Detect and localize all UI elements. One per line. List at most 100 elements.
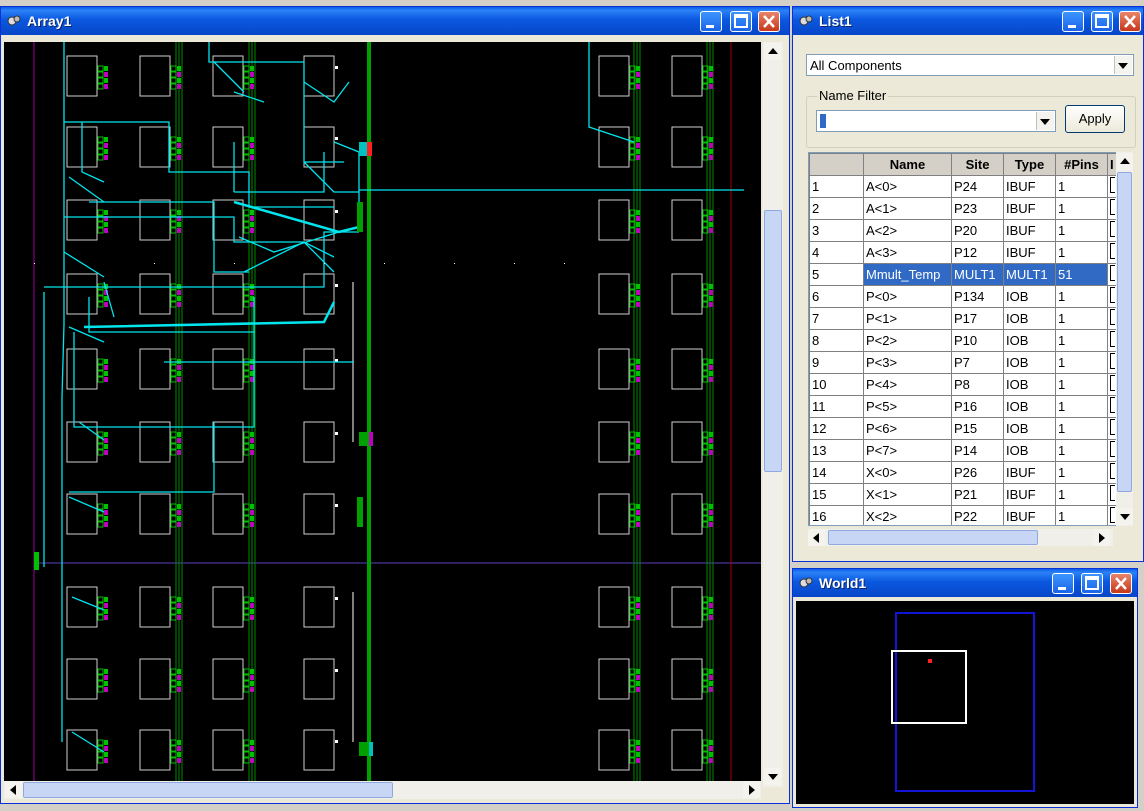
row-number[interactable]: 11 — [809, 395, 864, 418]
cell-name[interactable]: A<3> — [863, 241, 952, 264]
table-vscrollbar[interactable] — [1116, 152, 1133, 526]
cell-pins[interactable]: 1 — [1055, 307, 1108, 330]
table-row[interactable]: 1 A<0> P24 IBUF 1 — [809, 175, 1118, 198]
cell-site[interactable]: P14 — [951, 439, 1004, 462]
array-vscrollbar[interactable] — [763, 42, 783, 787]
cell-site[interactable]: P15 — [951, 417, 1004, 440]
cell-name[interactable]: P<0> — [863, 285, 952, 308]
cell-name[interactable]: X<0> — [863, 461, 952, 484]
cell-site[interactable]: P10 — [951, 329, 1004, 352]
close-button[interactable] — [1119, 11, 1141, 32]
row-number[interactable]: 9 — [809, 351, 864, 374]
row-number[interactable]: 13 — [809, 439, 864, 462]
cell-site[interactable]: P17 — [951, 307, 1004, 330]
cell-site[interactable]: P24 — [951, 175, 1004, 198]
cell-site[interactable]: P21 — [951, 483, 1004, 506]
cell-site[interactable]: P8 — [951, 373, 1004, 396]
cell-site[interactable]: P16 — [951, 395, 1004, 418]
column-header-type[interactable]: Type — [1003, 153, 1056, 176]
cell-site[interactable]: P26 — [951, 461, 1004, 484]
cell-name[interactable]: A<1> — [863, 197, 952, 220]
table-row[interactable]: 8 P<2> P10 IOB 1 — [809, 329, 1118, 352]
cell-type[interactable]: IOB — [1003, 285, 1056, 308]
cell-name[interactable]: P<1> — [863, 307, 952, 330]
maximize-button[interactable] — [1081, 573, 1103, 594]
cell-name[interactable]: P<3> — [863, 351, 952, 374]
table-row[interactable]: 6 P<0> P134 IOB 1 — [809, 285, 1118, 308]
cell-pins[interactable]: 1 — [1055, 483, 1108, 506]
cell-type[interactable]: IOB — [1003, 307, 1056, 330]
column-header-name[interactable]: Name — [863, 153, 952, 176]
cell-pins[interactable]: 1 — [1055, 461, 1108, 484]
list-titlebar[interactable]: List1 — [793, 7, 1143, 35]
cell-pins[interactable]: 1 — [1055, 197, 1108, 220]
array-titlebar[interactable]: Array1 — [1, 7, 789, 35]
cell-name[interactable]: P<4> — [863, 373, 952, 396]
row-number[interactable]: 3 — [809, 219, 864, 242]
cell-type[interactable]: IOB — [1003, 373, 1056, 396]
hscroll-thumb[interactable] — [828, 530, 1038, 545]
table-row[interactable]: 4 A<3> P12 IBUF 1 — [809, 241, 1118, 264]
cell-type[interactable]: IBUF — [1003, 219, 1056, 242]
scroll-thumb[interactable] — [764, 210, 782, 472]
cell-type[interactable]: IBUF — [1003, 197, 1056, 220]
cell-name[interactable]: Mmult_Temp — [863, 263, 952, 286]
scroll-left-button[interactable] — [5, 781, 22, 798]
cell-pins[interactable]: 1 — [1055, 373, 1108, 396]
cell-type[interactable]: IBUF — [1003, 241, 1056, 264]
component-filter-select[interactable]: All Components — [806, 54, 1134, 76]
cell-type[interactable]: IOB — [1003, 329, 1056, 352]
cell-type[interactable]: IBUF — [1003, 175, 1056, 198]
row-number[interactable]: 7 — [809, 307, 864, 330]
row-number[interactable]: 14 — [809, 461, 864, 484]
scroll-left-button[interactable] — [808, 529, 825, 546]
array-hscrollbar[interactable] — [4, 781, 761, 799]
cell-pins[interactable]: 51 — [1055, 263, 1108, 286]
cell-type[interactable]: IBUF — [1003, 461, 1056, 484]
cell-site[interactable]: P23 — [951, 197, 1004, 220]
cell-site[interactable]: P20 — [951, 219, 1004, 242]
chevron-down-icon[interactable] — [1036, 112, 1054, 130]
table-row[interactable]: 14 X<0> P26 IBUF 1 — [809, 461, 1118, 484]
name-filter-input[interactable] — [816, 110, 1056, 132]
scroll-down-button[interactable] — [764, 768, 781, 785]
row-number[interactable]: 12 — [809, 417, 864, 440]
maximize-button[interactable] — [1091, 11, 1113, 32]
cell-name[interactable]: P<7> — [863, 439, 952, 462]
table-hscrollbar[interactable] — [808, 529, 1113, 546]
table-row[interactable]: 2 A<1> P23 IBUF 1 — [809, 197, 1118, 220]
row-number[interactable]: 10 — [809, 373, 864, 396]
cell-site[interactable]: P7 — [951, 351, 1004, 374]
table-row[interactable]: 11 P<5> P16 IOB 1 — [809, 395, 1118, 418]
array-canvas[interactable] — [4, 42, 761, 787]
cell-name[interactable]: P<5> — [863, 395, 952, 418]
cell-site[interactable]: P12 — [951, 241, 1004, 264]
table-row[interactable]: 3 A<2> P20 IBUF 1 — [809, 219, 1118, 242]
cell-pins[interactable]: 1 — [1055, 417, 1108, 440]
cell-pins[interactable]: 1 — [1055, 175, 1108, 198]
close-button[interactable] — [758, 11, 780, 32]
row-number[interactable]: 1 — [809, 175, 864, 198]
cell-pins[interactable]: 1 — [1055, 329, 1108, 352]
chevron-down-icon[interactable] — [1114, 56, 1132, 74]
cell-pins[interactable]: 1 — [1055, 219, 1108, 242]
world-canvas[interactable] — [796, 601, 1134, 804]
cell-name[interactable]: P<2> — [863, 329, 952, 352]
column-header-site[interactable]: Site — [951, 153, 1004, 176]
world-titlebar[interactable]: World1 — [793, 569, 1137, 597]
cell-type[interactable]: IOB — [1003, 395, 1056, 418]
column-header-pins[interactable]: #Pins — [1055, 153, 1108, 176]
cell-type[interactable]: IOB — [1003, 417, 1056, 440]
close-button[interactable] — [1110, 573, 1132, 594]
maximize-button[interactable] — [730, 11, 752, 32]
row-number[interactable]: 4 — [809, 241, 864, 264]
cell-type[interactable]: IOB — [1003, 439, 1056, 462]
table-row[interactable]: 13 P<7> P14 IOB 1 — [809, 439, 1118, 462]
cell-site[interactable]: MULT1 — [951, 263, 1004, 286]
cell-name[interactable]: X<2> — [863, 505, 952, 525]
table-row[interactable]: 10 P<4> P8 IOB 1 — [809, 373, 1118, 396]
minimize-button[interactable] — [700, 11, 722, 32]
scroll-down-button[interactable] — [1116, 508, 1133, 525]
table-row[interactable]: 16 X<2> P22 IBUF 1 — [809, 505, 1118, 525]
table-row[interactable]: 12 P<6> P15 IOB 1 — [809, 417, 1118, 440]
